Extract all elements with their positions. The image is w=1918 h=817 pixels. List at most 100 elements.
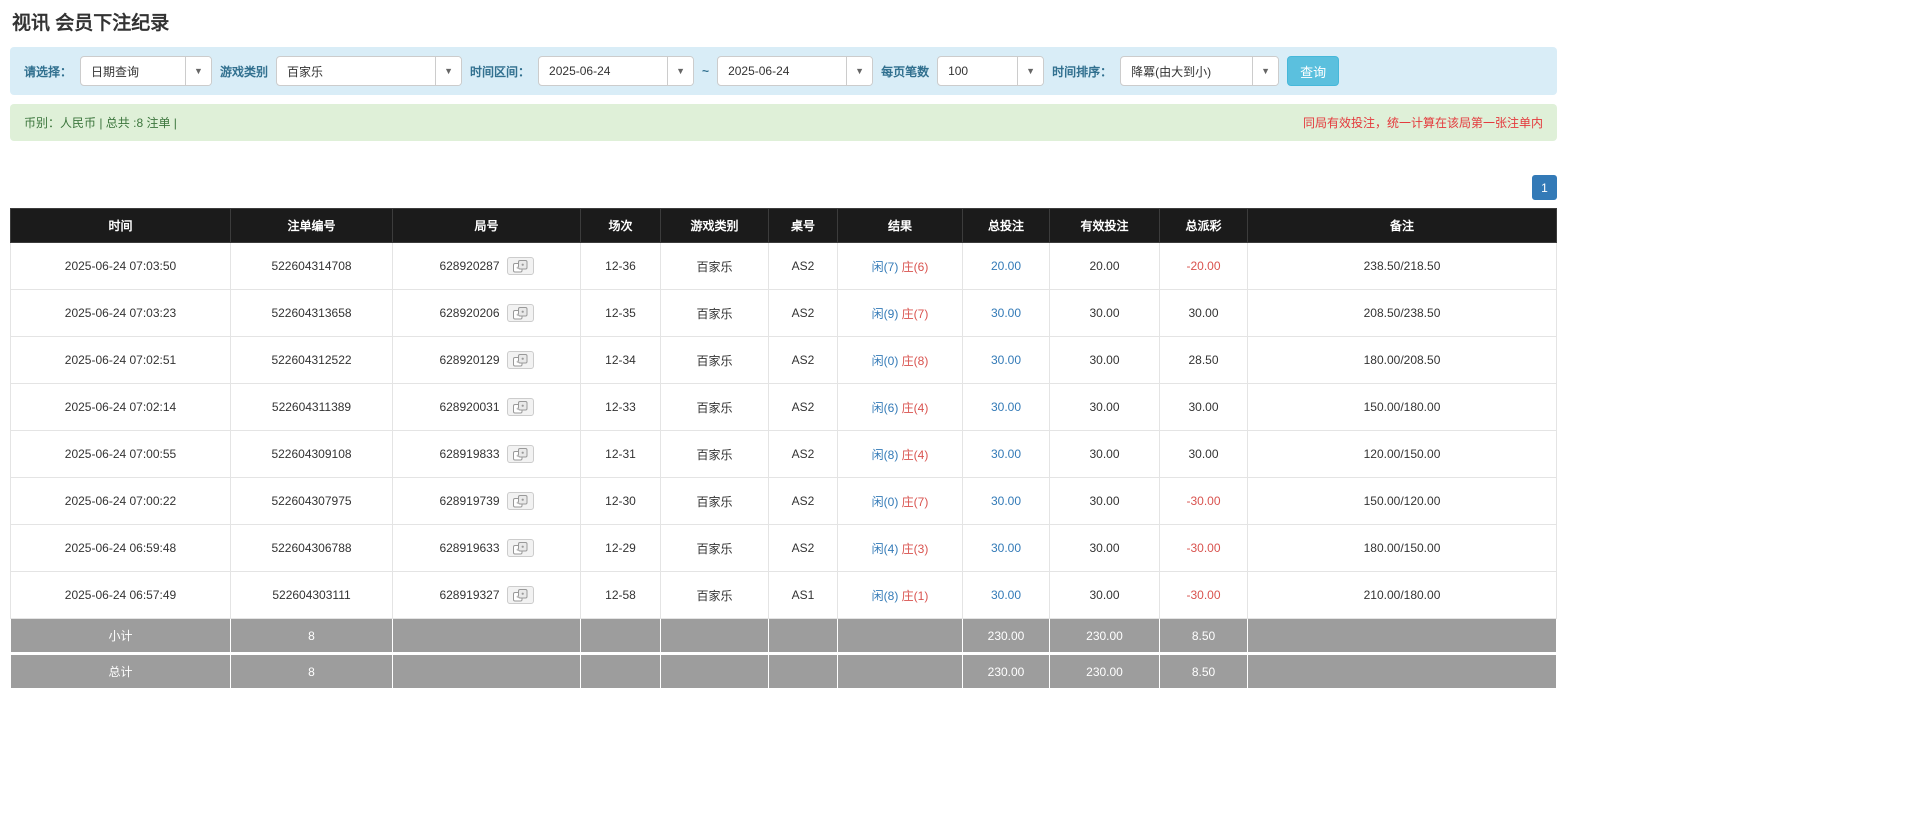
column-header: 桌号 (768, 208, 838, 243)
table-header-row: 时间 注单编号 局号 场次 游戏类别 桌号 结果 总投注 有效投注 总派彩 备注 (10, 208, 1557, 243)
total-bet-link[interactable]: 30.00 (991, 447, 1021, 461)
date-from-value: 2025-06-24 (549, 64, 611, 78)
cell-total-bet: 20.00 (962, 242, 1050, 290)
cell-total-bet: 30.00 (962, 430, 1050, 478)
total-bet-link[interactable]: 30.00 (991, 400, 1021, 414)
round-detail-button[interactable] (506, 351, 534, 369)
cell-valid-bet: 20.00 (1049, 242, 1160, 290)
date-to-select[interactable]: 2025-06-24 ▼ (717, 56, 874, 86)
result-player: 闲(0) (871, 353, 899, 368)
cell-payout: -30.00 (1159, 524, 1248, 572)
cell-table-number: AS2 (768, 242, 838, 290)
cell-round-id: 628919739 (392, 477, 581, 525)
cell-bet-id: 522604312522 (230, 336, 393, 384)
cell-game-type: 百家乐 (660, 571, 769, 619)
cell-game-type: 百家乐 (660, 242, 769, 290)
footer-empty (837, 653, 963, 689)
date-to-value: 2025-06-24 (728, 64, 790, 78)
cell-valid-bet: 30.00 (1049, 571, 1160, 619)
total-bet-link[interactable]: 30.00 (991, 494, 1021, 508)
cell-bet-id: 522604306788 (230, 524, 393, 572)
dice-icon (512, 448, 528, 461)
table-row: 2025-06-24 07:02:51 522604312522 628920129… (10, 336, 1557, 384)
cell-payout: 30.00 (1159, 430, 1248, 478)
round-number: 628919327 (439, 588, 500, 602)
dice-icon (512, 401, 528, 414)
footer-count: 8 (230, 653, 393, 689)
footer-empty (580, 618, 661, 655)
cell-bet-id: 522604303111 (230, 571, 393, 619)
cell-time: 2025-06-24 07:00:55 (10, 430, 231, 478)
query-type-select[interactable]: 日期查询 ▼ (80, 56, 213, 86)
page-size-label: 每页笔数 (881, 64, 930, 79)
page-number-button[interactable]: 1 (1532, 175, 1557, 200)
cell-payout: 28.50 (1159, 336, 1248, 384)
footer-empty (1247, 618, 1557, 655)
total-bet-link[interactable]: 30.00 (991, 541, 1021, 555)
range-separator: ~ (702, 64, 710, 78)
round-detail-button[interactable] (506, 586, 534, 604)
game-type-select[interactable]: 百家乐 ▼ (276, 56, 463, 86)
cell-bet-id: 522604307975 (230, 477, 393, 525)
total-bet-link[interactable]: 30.00 (991, 306, 1021, 320)
cell-table-number: AS2 (768, 524, 838, 572)
dice-icon (512, 542, 528, 555)
cell-remark: 180.00/150.00 (1247, 524, 1557, 572)
cell-round-id: 628920129 (392, 336, 581, 384)
cell-table-number: AS2 (768, 430, 838, 478)
date-from-select[interactable]: 2025-06-24 ▼ (538, 56, 695, 86)
cell-session: 12-30 (580, 477, 661, 525)
cell-payout: 30.00 (1159, 289, 1248, 337)
cell-bet-id: 522604311389 (230, 383, 393, 431)
round-detail-button[interactable] (506, 304, 534, 322)
round-detail-button[interactable] (506, 492, 534, 510)
result-player: 闲(6) (871, 400, 899, 415)
footer-label: 总计 (10, 653, 231, 689)
footer-payout: 8.50 (1159, 618, 1248, 655)
cell-remark: 210.00/180.00 (1247, 571, 1557, 619)
result-player: 闲(9) (871, 306, 899, 321)
total-bet-link[interactable]: 30.00 (991, 588, 1021, 602)
cell-session: 12-58 (580, 571, 661, 619)
cell-bet-id: 522604309108 (230, 430, 393, 478)
cell-round-id: 628920206 (392, 289, 581, 337)
footer-empty (660, 653, 769, 689)
chevron-down-icon: ▼ (1017, 57, 1044, 85)
cell-bet-id: 522604314708 (230, 242, 393, 290)
cell-remark: 238.50/218.50 (1247, 242, 1557, 290)
round-number: 628920206 (439, 306, 500, 320)
betting-records-table: 时间 注单编号 局号 场次 游戏类别 桌号 结果 总投注 有效投注 总派彩 备注 2025-06-2… (10, 208, 1557, 689)
search-button[interactable]: 查询 (1287, 56, 1340, 86)
round-number: 628920031 (439, 400, 500, 414)
page-size-select[interactable]: 100 ▼ (937, 56, 1045, 86)
round-detail-button[interactable] (506, 445, 534, 463)
cell-table-number: AS1 (768, 571, 838, 619)
round-number: 628919833 (439, 447, 500, 461)
round-detail-button[interactable] (506, 257, 534, 275)
footer-count: 8 (230, 618, 393, 655)
cell-table-number: AS2 (768, 336, 838, 384)
cell-total-bet: 30.00 (962, 289, 1050, 337)
cell-total-bet: 30.00 (962, 477, 1050, 525)
cell-round-id: 628919833 (392, 430, 581, 478)
chevron-down-icon: ▼ (435, 57, 462, 85)
cell-time: 2025-06-24 07:02:14 (10, 383, 231, 431)
total-bet-link[interactable]: 20.00 (991, 259, 1021, 273)
footer-valid-bet: 230.00 (1049, 653, 1160, 689)
footer-valid-bet: 230.00 (1049, 618, 1160, 655)
currency-summary: 币别：人民币 | 总共 :8 注单 | (24, 116, 177, 130)
cell-total-bet: 30.00 (962, 336, 1050, 384)
round-detail-button[interactable] (506, 398, 534, 416)
total-bet-link[interactable]: 30.00 (991, 353, 1021, 367)
cell-round-id: 628920031 (392, 383, 581, 431)
sort-select[interactable]: 降冪(由大到小) ▼ (1120, 56, 1280, 86)
cell-result: 闲(4) 庄(3) (837, 524, 963, 572)
round-detail-button[interactable] (506, 539, 534, 557)
result-banker: 庄(7) (901, 306, 929, 321)
cell-valid-bet: 30.00 (1049, 430, 1160, 478)
chevron-down-icon: ▼ (185, 57, 212, 85)
table-row: 2025-06-24 07:00:22 522604307975 628919739… (10, 477, 1557, 525)
chevron-down-icon: ▼ (1252, 57, 1279, 85)
cell-valid-bet: 30.00 (1049, 477, 1160, 525)
cell-time: 2025-06-24 06:59:48 (10, 524, 231, 572)
